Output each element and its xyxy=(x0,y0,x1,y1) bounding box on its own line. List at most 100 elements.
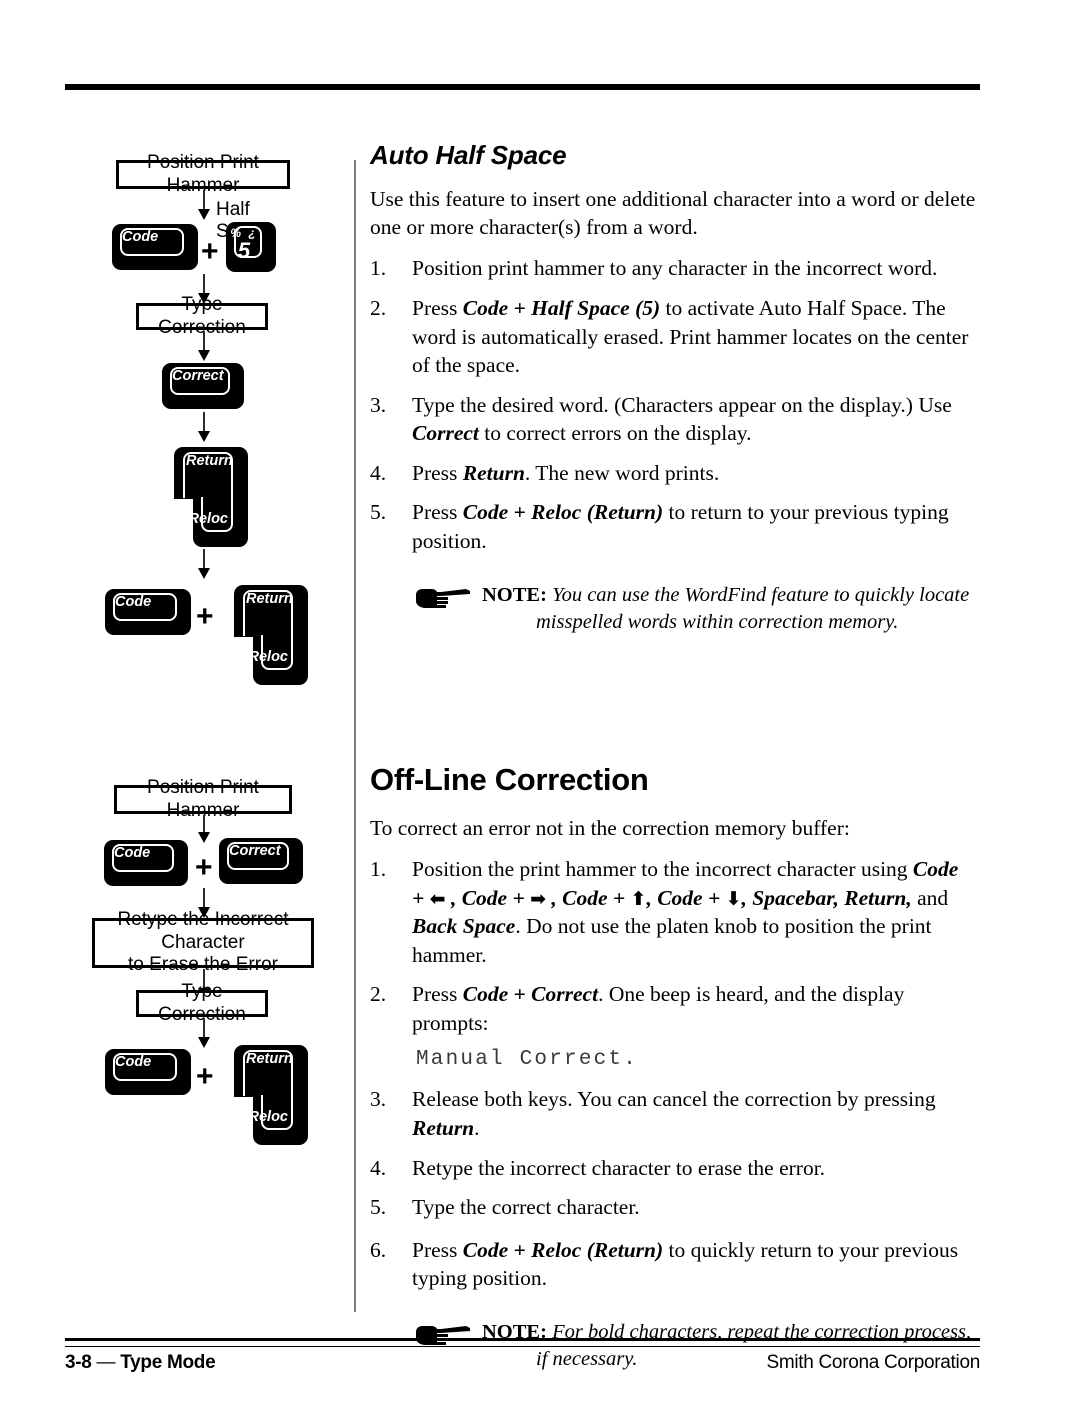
flow-arrow-2d xyxy=(197,1018,211,1048)
key-return-reloc-1: Return Reloc xyxy=(174,447,248,547)
arrow-up-icon: ⬆ xyxy=(630,887,647,910)
key-code-1: Code xyxy=(112,224,198,270)
step-item: 1. Position print hammer to any characte… xyxy=(370,254,985,283)
note-auto-half-space: NOTE: You can use the WordFind feature t… xyxy=(414,582,985,636)
step-item: 2. Press Code + Correct. One beep is hea… xyxy=(370,980,985,1074)
key-legend: Correct xyxy=(172,368,224,384)
key-legend-return: Return xyxy=(186,453,233,469)
arrow-right-icon: ➡ xyxy=(530,887,546,910)
key-return-reloc-2: Return Reloc xyxy=(234,585,308,685)
step-number: 5. xyxy=(370,500,387,525)
step-number: 3. xyxy=(370,1087,387,1112)
step-number: 4. xyxy=(370,1155,387,1180)
key-legend-reloc: Reloc xyxy=(248,649,289,665)
key-correct-2: Correct xyxy=(219,838,303,884)
step-text: Position the print hammer to the incorre… xyxy=(412,856,959,967)
step-item: 5. Type the correct character. xyxy=(370,1193,985,1222)
steps-off-line-correction: 1. Position the print hammer to the inco… xyxy=(370,855,985,1293)
step-text: Press Return. The new word prints. xyxy=(412,460,720,485)
key-code-3: Code xyxy=(104,840,188,886)
key-legend-return: Return xyxy=(246,591,293,607)
step-text: Position print hammer to any character i… xyxy=(412,256,938,281)
column-divider xyxy=(354,160,356,1312)
key-legend-reloc: Reloc xyxy=(248,1109,289,1125)
plus-sign-1: + xyxy=(201,235,219,268)
flowbox-type-correction-2: Type Correction xyxy=(136,981,268,1025)
flow-arrow-1c xyxy=(197,331,211,361)
document-page: Position Print Hammer Half Space Code + … xyxy=(0,0,1080,1417)
flowbox-line-1: Retype the Incorrect Character xyxy=(117,909,289,953)
note-line-1: You can use the WordFind feature to quic… xyxy=(552,583,970,606)
step-item: 3. Release both keys. You can cancel the… xyxy=(370,1085,985,1142)
key-legend: Code xyxy=(115,1054,152,1070)
footer-rule xyxy=(65,1338,980,1347)
step-item: 3. Type the desired word. (Characters ap… xyxy=(370,391,985,448)
flow-arrow-2a xyxy=(197,815,211,843)
arrow-left-icon: ⬅ xyxy=(429,887,446,910)
step-number: 1. xyxy=(370,856,387,881)
footer-dash: — xyxy=(91,1352,121,1373)
section-title-auto-half-space: Auto Half Space xyxy=(370,140,567,170)
key-legend-return: Return xyxy=(246,1051,293,1067)
key-face-join xyxy=(200,492,231,497)
key-legend-reloc: Reloc xyxy=(188,511,229,527)
flow-arrow-1a xyxy=(197,190,211,220)
step-number: 3. xyxy=(370,392,387,417)
step-number: 2. xyxy=(370,295,387,320)
step-item: 2. Press Code + Half Space (5) to activa… xyxy=(370,294,985,380)
step-text: Type the desired word. (Characters appea… xyxy=(412,392,952,446)
flow-arrow-1d xyxy=(197,412,211,442)
plus-sign-4: + xyxy=(196,1060,214,1093)
step-item: 4. Retype the incorrect character to era… xyxy=(370,1154,985,1183)
section-lead-auto-half-space: Use this feature to insert one additiona… xyxy=(370,187,976,240)
key-face-join xyxy=(260,630,291,635)
key-code-4: Code xyxy=(105,1049,191,1095)
text-column: Auto Half Space Use this feature to inse… xyxy=(370,140,985,1373)
key-legend: Code xyxy=(115,594,152,610)
page-footer: 3-8 — Type Mode Smith Corona Corporation xyxy=(65,1352,980,1374)
arrow-down-icon: ⬇ xyxy=(725,887,742,910)
step-text: Type the correct character. xyxy=(412,1195,640,1220)
page-number: 3-8 xyxy=(65,1352,92,1373)
key-legend: Code xyxy=(122,229,159,245)
key-code-2: Code xyxy=(105,589,191,635)
step-number: 1. xyxy=(370,256,387,281)
note-line-2: misspelled words within correction memor… xyxy=(536,610,899,633)
header-rule xyxy=(65,84,980,90)
flow-arrow-1e xyxy=(197,549,211,579)
key-return-reloc-3: Return Reloc xyxy=(234,1045,308,1145)
step-item: 5. Press Code + Reloc (Return) to return… xyxy=(370,498,985,555)
step-item: 4. Press Return. The new word prints. xyxy=(370,459,985,488)
flowbox-retype-incorrect-character: Retype the Incorrect Character to Erase … xyxy=(92,909,314,975)
plus-sign-3: + xyxy=(195,851,213,884)
footer-right: Smith Corona Corporation xyxy=(766,1352,980,1373)
flowbox-position-print-hammer-1: Position Print Hammer xyxy=(116,152,290,196)
note-body: NOTE: You can use the WordFind feature t… xyxy=(482,582,985,636)
steps-auto-half-space: 1. Position print hammer to any characte… xyxy=(370,254,985,555)
section-title-off-line-correction: Off-Line Correction xyxy=(370,761,649,797)
section-lead-off-line-correction: To correct an error not in the correctio… xyxy=(370,815,850,840)
key-legend: 5 xyxy=(237,238,251,263)
step-number: 2. xyxy=(370,982,387,1007)
note-label: NOTE: xyxy=(482,583,547,606)
step-item: 1. Position the print hammer to the inco… xyxy=(370,855,985,969)
step-text: Press Code + Correct. One beep is heard,… xyxy=(412,982,985,1074)
key-legend: Code xyxy=(114,845,151,861)
flowbox-type-correction-1: Type Correction xyxy=(136,294,268,338)
key-face-join xyxy=(260,1090,291,1095)
key-correct-1: Correct xyxy=(162,363,244,409)
footer-section-name: Type Mode xyxy=(120,1352,216,1373)
plus-sign-2: + xyxy=(196,600,214,633)
step-item: 6. Press Code + Reloc (Return) to quickl… xyxy=(370,1236,985,1293)
step-text: Press Code + Reloc (Return) to quickly r… xyxy=(412,1237,959,1291)
footer-left: 3-8 — Type Mode xyxy=(65,1352,216,1374)
key-5-half-space: % ¿ 5 xyxy=(226,222,276,272)
step-number: 4. xyxy=(370,460,387,485)
step-text: Press Code + Half Space (5) to activate … xyxy=(412,295,969,378)
pointing-hand-icon xyxy=(414,584,472,612)
step-number: 5. xyxy=(370,1195,387,1220)
step-text: Retype the incorrect character to erase … xyxy=(412,1155,826,1180)
step-text: Press Code + Reloc (Return) to return to… xyxy=(412,500,949,554)
step-number: 6. xyxy=(370,1237,387,1262)
key-legend: Correct xyxy=(229,843,281,859)
